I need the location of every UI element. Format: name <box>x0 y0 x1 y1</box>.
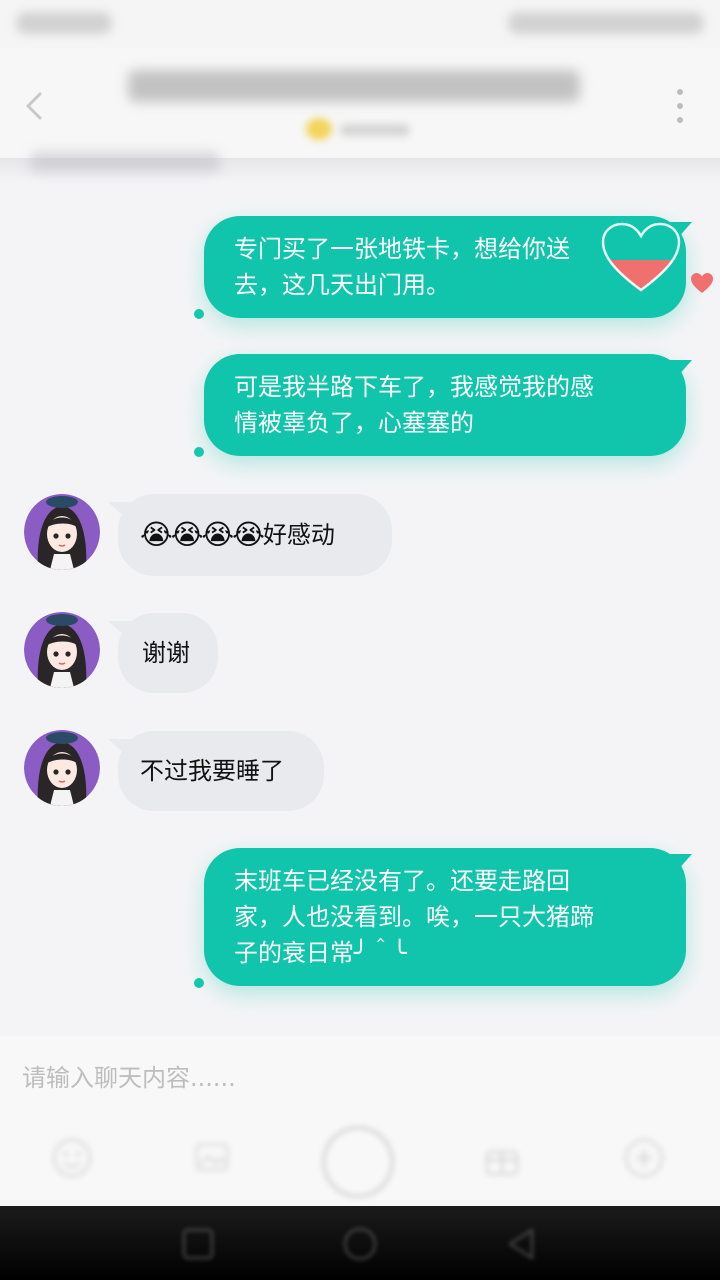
nav-back-icon[interactable] <box>500 1222 544 1266</box>
heart-icon[interactable] <box>689 272 715 294</box>
bubble-tail <box>670 854 692 872</box>
message-text-line: 可是我半路下车了，我感觉我的感 <box>234 373 594 401</box>
more-vertical-icon[interactable] <box>662 84 698 128</box>
chat-input[interactable] <box>22 1056 682 1100</box>
contact-avatar[interactable] <box>24 494 100 570</box>
message-text: 谢谢 <box>142 639 190 667</box>
message-text-line: 专门买了一张地铁卡，想给你送 <box>234 235 570 263</box>
message-text-line: 家，人也没看到。唉，一只大猪蹄 <box>234 903 594 931</box>
chevron-left-icon[interactable] <box>18 88 54 124</box>
message-bubble-incoming[interactable]: 不过我要睡了 <box>108 731 324 811</box>
bubble-tail <box>108 502 132 520</box>
status-icons-blur <box>508 12 704 34</box>
message-bubble-outgoing[interactable]: 末班车已经没有了。还要走路回 家，人也没看到。唉，一只大猪蹄 子的衰日常╯＾╰ <box>204 848 692 986</box>
image-icon[interactable] <box>192 1140 232 1176</box>
message-bubble-incoming[interactable]: 😭😭😭😭 好感动 <box>108 494 392 576</box>
contact-avatar[interactable] <box>24 730 100 806</box>
bubble-tail <box>108 739 132 757</box>
more-options-icon[interactable] <box>624 1138 664 1178</box>
message-text: 不过我要睡了 <box>140 757 284 785</box>
status-bar <box>0 0 720 48</box>
message-text: 好感动 <box>262 521 335 549</box>
message-text-line: 去，这几天出门用。 <box>234 271 450 299</box>
read-indicator <box>194 978 204 988</box>
header-info-blurred <box>30 152 220 172</box>
read-indicator <box>194 447 204 457</box>
emoji-text: 😭😭😭😭 <box>140 518 265 551</box>
home-icon[interactable] <box>338 1222 382 1266</box>
read-indicator <box>194 309 204 319</box>
message-text-line: 情被辜负了，心塞塞的 <box>234 409 474 437</box>
emoji-icon[interactable] <box>52 1138 92 1178</box>
gift-icon[interactable] <box>482 1138 522 1178</box>
bubble-tail <box>108 621 132 639</box>
chat-header <box>0 48 720 160</box>
status-emoji-blurred <box>306 118 332 140</box>
carrier-blur <box>16 12 112 34</box>
message-text-line: 子的衰日常╯＾╰ <box>234 939 407 967</box>
system-nav-bar <box>0 1206 720 1280</box>
bubble-tail <box>670 360 692 378</box>
chat-title-blurred <box>128 70 580 102</box>
voice-record-icon[interactable] <box>320 1124 396 1200</box>
message-bubble-incoming[interactable]: 谢谢 <box>108 613 218 693</box>
message-bubble-outgoing[interactable]: 可是我半路下车了，我感觉我的感 情被辜负了，心塞塞的 <box>204 354 692 456</box>
chat-subtitle-blurred <box>340 124 410 136</box>
message-text-line: 末班车已经没有了。还要走路回 <box>234 867 570 895</box>
recent-apps-icon[interactable] <box>176 1222 220 1266</box>
contact-avatar[interactable] <box>24 612 100 688</box>
heart-outline-icon <box>601 222 681 292</box>
